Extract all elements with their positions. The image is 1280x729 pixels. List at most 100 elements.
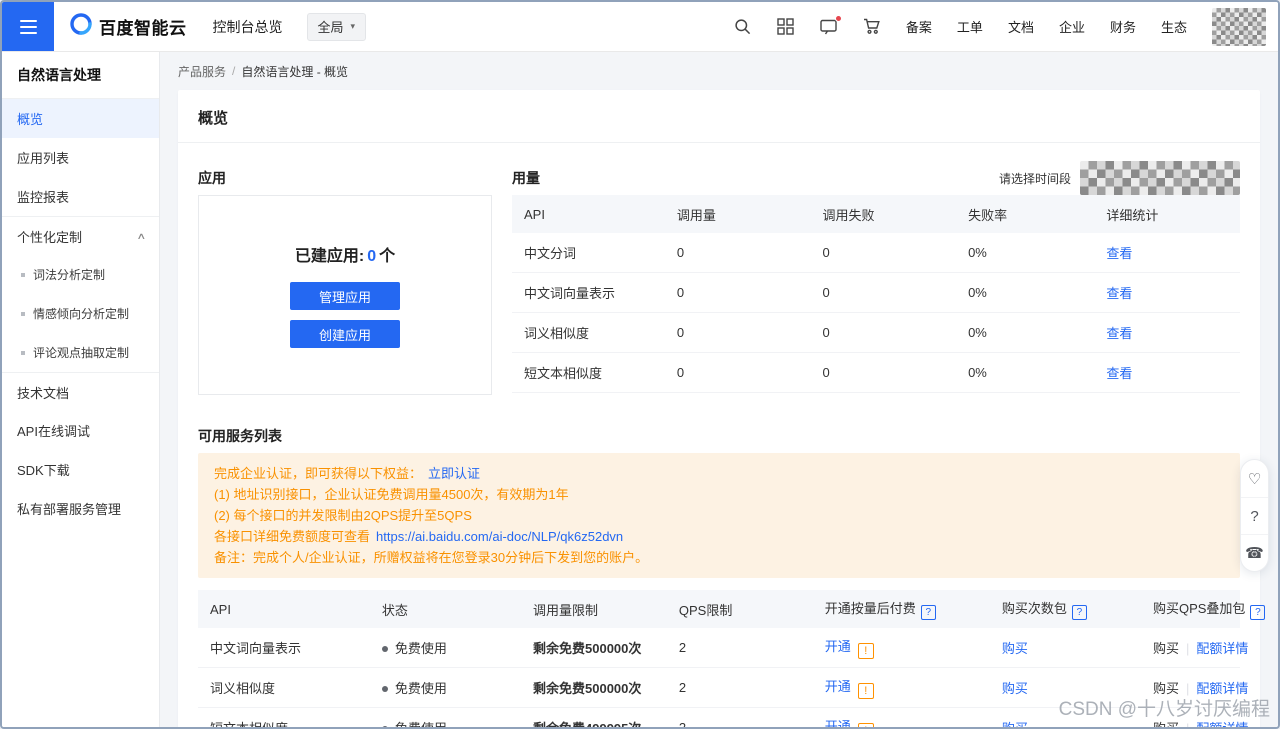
favorite-button[interactable]: ♡ — [1241, 460, 1268, 497]
status-cell: 免费使用 — [370, 638, 521, 657]
qps-limit: 2 — [667, 680, 813, 695]
nav-item-caiwu[interactable]: 财务 — [1110, 17, 1136, 36]
sidebar-group-customization[interactable]: 个性化定制 ∧ — [2, 216, 159, 255]
nav-item-beian[interactable]: 备案 — [906, 17, 932, 36]
region-selector[interactable]: 全局 ▾ — [307, 13, 367, 41]
chevron-down-icon: ▾ — [351, 21, 356, 32]
breadcrumb-separator: / — [232, 64, 235, 78]
activate-link[interactable]: 开通 — [825, 679, 851, 694]
breadcrumb-current: 自然语言处理 - 概览 — [241, 63, 348, 80]
divider: | — [1186, 641, 1189, 656]
buy-qps-package-link[interactable]: 购买 — [1153, 641, 1179, 656]
heart-icon: ♡ — [1248, 470, 1261, 488]
fail-count: 0 — [810, 285, 956, 300]
usage-row: 中文词向量表示 0 0 0% 查看 — [512, 273, 1240, 313]
sidebar-item-tech-docs[interactable]: 技术文档 — [2, 372, 159, 411]
buy-count-package-link[interactable]: 购买 — [1002, 641, 1028, 656]
help-button[interactable]: ? — [1241, 497, 1268, 534]
fail-count: 0 — [810, 245, 956, 260]
services-section-title: 可用服务列表 — [198, 419, 1240, 453]
sidebar-item-overview[interactable]: 概览 — [2, 99, 159, 138]
apps-grid-icon[interactable] — [777, 18, 795, 36]
free-quota-doc-link[interactable]: https://ai.baidu.com/ai-doc/NLP/qk6z52dv… — [376, 529, 623, 544]
bullet-icon — [21, 312, 25, 316]
status-cell: 免费使用 — [370, 718, 521, 727]
status-cell: 免费使用 — [370, 678, 521, 697]
cart-icon[interactable] — [863, 18, 881, 36]
nav-item-gongdan[interactable]: 工单 — [957, 17, 983, 36]
fail-rate: 0% — [956, 285, 1094, 300]
quota-details-link[interactable]: 配额详情 — [1196, 641, 1248, 656]
col-qps-limit: QPS限制 — [667, 600, 813, 619]
services-table-header: API 状态 调用量限制 QPS限制 开通按量后付费? 购买次数包? 购买QPS… — [198, 590, 1240, 628]
col-fails: 调用失败 — [810, 205, 956, 224]
manage-apps-button[interactable]: 管理应用 — [290, 282, 400, 310]
help-icon[interactable]: ? — [1250, 605, 1265, 620]
quota-details-link[interactable]: 配额详情 — [1196, 721, 1248, 727]
activate-cell: 开通! — [813, 676, 990, 699]
nav-item-wendang[interactable]: 文档 — [1008, 17, 1034, 36]
col-fail-rate: 失败率 — [956, 205, 1094, 224]
col-count-package: 购买次数包? — [990, 598, 1141, 620]
col-label: 购买QPS叠加包 — [1153, 601, 1245, 616]
main-content: 产品服务 / 自然语言处理 - 概览 概览 应用 已建应用:0个 管理应用 创建… — [160, 52, 1278, 727]
created-app-unit: 个 — [379, 248, 395, 265]
nav-item-shengtai[interactable]: 生态 — [1161, 17, 1187, 36]
status-dot-icon — [382, 686, 388, 692]
breadcrumb-parent-link[interactable]: 产品服务 — [178, 63, 226, 80]
activate-link[interactable]: 开通 — [825, 639, 851, 654]
call-count: 0 — [665, 365, 811, 380]
create-app-button[interactable]: 创建应用 — [290, 320, 400, 348]
qps-limit: 2 — [667, 640, 813, 655]
sidebar-item-lexical-custom[interactable]: 词法分析定制 — [2, 255, 159, 294]
created-app-count: 已建应用:0个 — [295, 242, 395, 266]
api-name: 中文词向量表示 — [198, 638, 370, 657]
message-icon[interactable] — [820, 18, 838, 36]
help-icon[interactable]: ? — [921, 605, 936, 620]
sidebar-item-label: 评论观点抽取定制 — [33, 344, 129, 361]
call-count: 0 — [665, 325, 811, 340]
app-section: 应用 已建应用:0个 管理应用 创建应用 — [198, 161, 492, 395]
buy-qps-package-link[interactable]: 购买 — [1153, 721, 1179, 727]
view-stats-link[interactable]: 查看 — [1106, 366, 1132, 381]
logo[interactable]: 百度智能云 — [70, 13, 187, 40]
hamburger-menu-button[interactable] — [2, 2, 54, 51]
baidu-cloud-logo-icon — [70, 13, 92, 40]
view-stats-link[interactable]: 查看 — [1106, 246, 1132, 261]
sidebar-item-private-deploy[interactable]: 私有部署服务管理 — [2, 489, 159, 528]
sidebar-item-comment-extraction-custom[interactable]: 评论观点抽取定制 — [2, 333, 159, 372]
sidebar-item-sentiment-custom[interactable]: 情感倾向分析定制 — [2, 294, 159, 333]
certify-now-link[interactable]: 立即认证 — [428, 466, 480, 481]
search-icon[interactable] — [734, 18, 752, 36]
avatar[interactable] — [1212, 8, 1266, 46]
bullet-icon — [21, 273, 25, 277]
notice-line-2: (1) 地址识别接口，企业认证免费调用量4500次，有效期为1年 — [214, 484, 1224, 505]
region-value: 全局 — [318, 17, 344, 36]
time-range-input[interactable] — [1080, 161, 1240, 195]
created-app-number: 0 — [367, 248, 376, 265]
console-overview-link[interactable]: 控制台总览 — [213, 17, 283, 37]
col-label: 购买次数包 — [1002, 601, 1067, 616]
activate-link[interactable]: 开通 — [825, 719, 851, 727]
col-status: 状态 — [370, 600, 521, 619]
api-name: 词义相似度 — [198, 678, 370, 697]
buy-count-package-link[interactable]: 购买 — [1002, 681, 1028, 696]
sidebar-item-sdk-download[interactable]: SDK下载 — [2, 450, 159, 489]
contact-button[interactable]: ☎ — [1241, 534, 1268, 571]
certification-notice: 完成企业认证，即可获得以下权益：立即认证 (1) 地址识别接口，企业认证免费调用… — [198, 453, 1240, 578]
nav-item-qiye[interactable]: 企业 — [1059, 17, 1085, 36]
status-text: 免费使用 — [395, 681, 447, 696]
view-stats-link[interactable]: 查看 — [1106, 326, 1132, 341]
sidebar-item-app-list[interactable]: 应用列表 — [2, 138, 159, 177]
baidu-cloud-console-window: 百度智能云 控制台总览 全局 ▾ 备案 工单 文档 企业 财务 — [0, 0, 1280, 729]
help-icon[interactable]: ? — [1072, 605, 1087, 620]
created-app-label: 已建应用: — [295, 248, 364, 265]
status-dot-icon — [382, 726, 388, 727]
buy-count-package-link[interactable]: 购买 — [1002, 721, 1028, 727]
view-stats-link[interactable]: 查看 — [1106, 286, 1132, 301]
breadcrumb: 产品服务 / 自然语言处理 - 概览 — [160, 52, 1278, 90]
sidebar-item-monitor-report[interactable]: 监控报表 — [2, 177, 159, 216]
col-detail-stats: 详细统计 — [1094, 205, 1240, 224]
api-name: 中文词向量表示 — [512, 283, 665, 302]
sidebar-item-api-debug[interactable]: API在线调试 — [2, 411, 159, 450]
